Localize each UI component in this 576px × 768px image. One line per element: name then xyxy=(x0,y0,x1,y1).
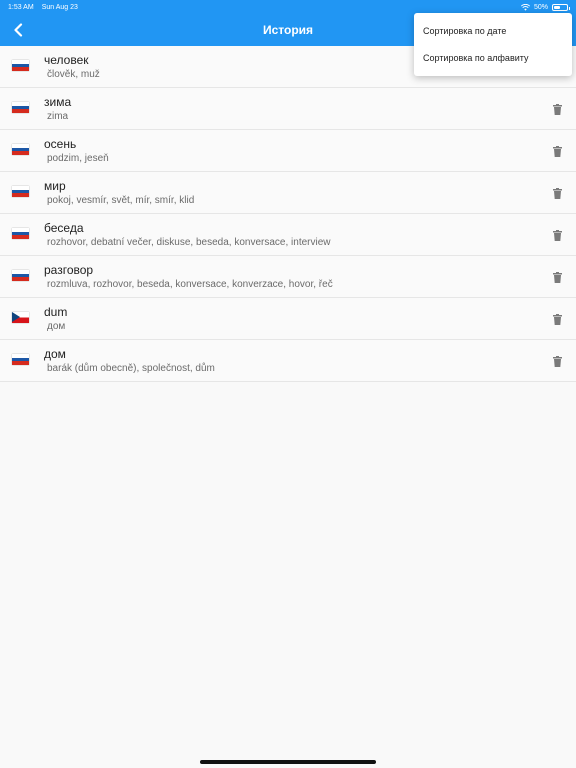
delete-button[interactable] xyxy=(550,186,564,200)
sort-menu: Сортировка по дате Сортировка по алфавит… xyxy=(414,13,572,76)
history-item[interactable]: зима zima xyxy=(0,88,576,130)
sort-by-alphabet-item[interactable]: Сортировка по алфавиту xyxy=(414,45,572,72)
trash-icon xyxy=(552,355,562,367)
trash-icon xyxy=(552,313,562,325)
russian-flag-icon xyxy=(12,60,29,71)
battery-percent: 50% xyxy=(533,3,548,11)
trash-icon xyxy=(552,145,562,157)
history-translation: pokoj, vesmír, svět, mír, smír, klid xyxy=(47,195,195,206)
history-translation: rozmluva, rozhovor, beseda, konversace, … xyxy=(47,279,333,290)
history-word: мир xyxy=(44,179,66,193)
delete-button[interactable] xyxy=(550,228,564,242)
battery-icon xyxy=(552,3,570,11)
history-list: человек člověk, muž зима zima осень podzim, j… xyxy=(0,46,576,382)
history-translation: podzim, jeseň xyxy=(47,153,109,164)
history-word: осень xyxy=(44,137,77,151)
history-translation: дом xyxy=(47,321,66,332)
russian-flag-icon xyxy=(12,102,29,113)
trash-icon xyxy=(552,103,562,115)
status-date: Sun Aug 23 xyxy=(41,3,78,11)
russian-flag-icon xyxy=(12,186,29,197)
russian-flag-icon xyxy=(12,144,29,155)
history-translation: rozhovor, debatní večer, diskuse, beseda… xyxy=(47,237,331,248)
history-item[interactable]: dum дом xyxy=(0,298,576,340)
russian-flag-icon xyxy=(12,228,29,239)
history-item[interactable]: мир pokoj, vesmír, svět, mír, smír, klid xyxy=(0,172,576,214)
russian-flag-icon xyxy=(12,354,29,365)
delete-button[interactable] xyxy=(550,270,564,284)
delete-button[interactable] xyxy=(550,144,564,158)
delete-button[interactable] xyxy=(550,354,564,368)
history-word: зима xyxy=(44,95,72,109)
history-translation: člověk, muž xyxy=(47,69,100,80)
history-word: разговор xyxy=(44,263,94,277)
history-word: человек xyxy=(44,53,89,67)
trash-icon xyxy=(552,187,562,199)
history-item[interactable]: осень podzim, jeseň xyxy=(0,130,576,172)
home-indicator xyxy=(200,760,376,764)
history-translation: barák (dům obecně), společnost, dům xyxy=(47,363,215,374)
trash-icon xyxy=(552,271,562,283)
history-word: дом xyxy=(44,347,66,361)
history-word: dum xyxy=(44,305,68,319)
history-word: беседа xyxy=(44,221,84,235)
wifi-icon xyxy=(520,3,530,11)
history-translation: zima xyxy=(47,111,69,122)
status-bar: 1:53 AM Sun Aug 23 50% xyxy=(0,0,576,14)
status-right: 50% xyxy=(520,3,570,11)
delete-button[interactable] xyxy=(550,312,564,326)
history-item[interactable]: разговор rozmluva, rozhovor, beseda, konv… xyxy=(0,256,576,298)
history-item[interactable]: беседа rozhovor, debatní večer, diskuse, … xyxy=(0,214,576,256)
trash-icon xyxy=(552,229,562,241)
czech-flag-icon xyxy=(12,312,29,323)
status-time: 1:53 AM xyxy=(8,3,34,11)
sort-by-date-item[interactable]: Сортировка по дате xyxy=(414,18,572,45)
delete-button[interactable] xyxy=(550,102,564,116)
history-item[interactable]: дом barák (dům obecně), společnost, dům xyxy=(0,340,576,382)
russian-flag-icon xyxy=(12,270,29,281)
